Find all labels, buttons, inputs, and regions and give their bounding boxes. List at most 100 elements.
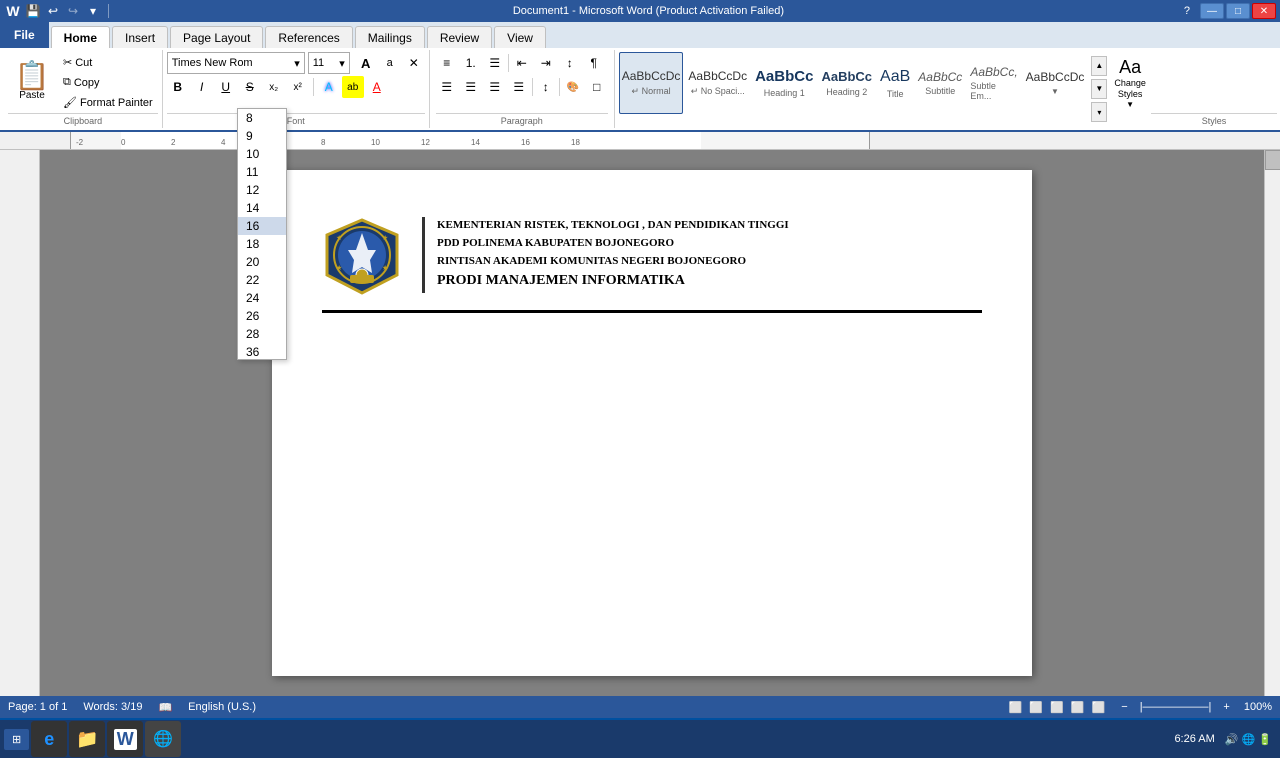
font-size-selector[interactable]: 11 ▾ <box>308 52 350 74</box>
tab-home[interactable]: Home <box>51 26 110 48</box>
subscript-button[interactable]: x₂ <box>263 76 285 98</box>
font-size-option-24[interactable]: 24 <box>238 289 286 307</box>
font-name-selector[interactable]: Times New Rom ▾ <box>167 52 305 74</box>
styles-scroll-down[interactable]: ▼ <box>1091 79 1107 99</box>
styles-scroll-more[interactable]: ▾ <box>1091 102 1107 122</box>
font-size-dropdown[interactable]: 8 9 10 11 12 14 16 18 20 22 24 26 28 36 … <box>237 108 287 360</box>
font-size-option-18[interactable]: 18 <box>238 235 286 253</box>
paragraph-row1: ≡ 1. ☰ ⇤ ⇥ ↕ ¶ <box>436 52 608 74</box>
style-normal[interactable]: AaBbCcDc ↵ Normal <box>619 52 684 114</box>
shading-button[interactable]: 🎨 <box>562 76 584 98</box>
italic-button[interactable]: I <box>191 76 213 98</box>
copy-label: Copy <box>74 77 100 89</box>
grow-font-button[interactable]: A <box>355 52 377 74</box>
line-spacing-button[interactable]: ↕ <box>535 76 557 98</box>
font-size-option-8[interactable]: 8 <box>238 109 286 127</box>
sort-button[interactable]: ↕ <box>559 52 581 74</box>
multilevel-button[interactable]: ☰ <box>484 52 506 74</box>
style-subtitle[interactable]: AaBbCc Subtitle <box>915 52 965 114</box>
tab-view[interactable]: View <box>494 26 546 48</box>
maximize-button[interactable]: □ <box>1226 3 1250 19</box>
page[interactable]: ★ ★ ★ ★ KEMENTERIAN RISTEK, TEKNOLOGI , … <box>272 170 1032 676</box>
styles-scroll-up[interactable]: ▲ <box>1091 56 1107 76</box>
bullets-button[interactable]: ≡ <box>436 52 458 74</box>
tab-references[interactable]: References <box>265 26 352 48</box>
clipboard-label: Clipboard <box>8 113 158 126</box>
align-right-button[interactable]: ☰ <box>484 76 506 98</box>
font-size-option-12[interactable]: 12 <box>238 181 286 199</box>
font-size-option-11[interactable]: 11 <box>238 163 286 181</box>
copy-button[interactable]: ⧉ Copy <box>58 73 158 92</box>
font-color-button[interactable]: A <box>366 76 388 98</box>
close-button[interactable]: ✕ <box>1252 3 1276 19</box>
format-painter-button[interactable]: 🖌 Format Painter <box>58 93 158 112</box>
scrollbar-thumb[interactable] <box>1265 150 1280 170</box>
numbering-button[interactable]: 1. <box>460 52 482 74</box>
align-left-button[interactable]: ☰ <box>436 76 458 98</box>
save-button[interactable]: 💾 <box>24 2 42 20</box>
style-subtle-em[interactable]: AaBbCc, Subtle Em... <box>967 52 1020 114</box>
tab-review[interactable]: Review <box>427 26 492 48</box>
taskbar-notification-area[interactable]: 🔊 🌐 🔋 <box>1221 729 1276 750</box>
taskbar-ie-icon[interactable]: e <box>31 721 67 757</box>
tab-file[interactable]: File <box>0 22 49 48</box>
text-highlight-button[interactable]: ab <box>342 76 364 98</box>
style-title[interactable]: AaB Title <box>877 52 913 114</box>
page-container[interactable]: ★ ★ ★ ★ KEMENTERIAN RISTEK, TEKNOLOGI , … <box>40 150 1264 696</box>
style-heading2[interactable]: AaBbCc Heading 2 <box>818 52 875 114</box>
language-indicator[interactable]: English (U.S.) <box>188 701 256 713</box>
text-effects-button[interactable]: A <box>318 76 340 98</box>
strikethrough-button[interactable]: S <box>239 76 261 98</box>
help-icon[interactable]: ? <box>1184 5 1190 17</box>
font-size-option-28[interactable]: 28 <box>238 325 286 343</box>
undo-button[interactable]: ↩ <box>44 2 62 20</box>
borders-button[interactable]: □ <box>586 76 608 98</box>
print-layout-button[interactable]: ⬜ <box>1009 702 1023 714</box>
font-size-option-22[interactable]: 22 <box>238 271 286 289</box>
redo-button[interactable]: ↪ <box>64 2 82 20</box>
tab-insert[interactable]: Insert <box>112 26 168 48</box>
font-size-option-9[interactable]: 9 <box>238 127 286 145</box>
font-size-option-16[interactable]: 16 <box>238 217 286 235</box>
show-formatting-button[interactable]: ¶ <box>583 52 605 74</box>
svg-text:0: 0 <box>121 138 126 147</box>
style-no-spacing[interactable]: AaBbCcDc ↵ No Spaci... <box>685 52 750 114</box>
right-scrollbar[interactable] <box>1264 150 1280 696</box>
zoom-slider[interactable]: |——————| <box>1140 701 1212 713</box>
taskbar-chrome-icon[interactable]: 🌐 <box>145 721 181 757</box>
change-styles-button[interactable]: Aa Change Styles ▼ <box>1111 52 1149 114</box>
font-size-option-10[interactable]: 10 <box>238 145 286 163</box>
align-center-button[interactable]: ☰ <box>460 76 482 98</box>
cut-button[interactable]: ✂ Cut <box>58 53 158 72</box>
taskbar-folder-icon[interactable]: 📁 <box>69 721 105 757</box>
justify-button[interactable]: ☰ <box>508 76 530 98</box>
clear-formatting-button[interactable]: ✕ <box>403 52 425 74</box>
paste-button[interactable]: 📋 Paste <box>8 52 56 110</box>
style-more[interactable]: AaBbCcDc ▼ <box>1023 52 1088 114</box>
zoom-in-button[interactable]: + <box>1223 701 1229 713</box>
style-heading1[interactable]: AaBbCc Heading 1 <box>752 52 816 114</box>
shrink-font-button[interactable]: a <box>379 52 401 74</box>
font-size-option-14[interactable]: 14 <box>238 199 286 217</box>
web-layout-button[interactable]: ⬜ <box>1050 702 1064 714</box>
superscript-button[interactable]: x² <box>287 76 309 98</box>
font-size-option-36[interactable]: 36 <box>238 343 286 359</box>
increase-indent-button[interactable]: ⇥ <box>535 52 557 74</box>
zoom-level[interactable]: 100% <box>1244 701 1272 713</box>
zoom-out-button[interactable]: − <box>1121 701 1127 713</box>
underline-button[interactable]: U <box>215 76 237 98</box>
font-size-option-20[interactable]: 20 <box>238 253 286 271</box>
draft-view-button[interactable]: ⬜ <box>1092 702 1106 714</box>
taskbar-word-icon[interactable]: W <box>107 721 143 757</box>
decrease-indent-button[interactable]: ⇤ <box>511 52 533 74</box>
tab-mailings[interactable]: Mailings <box>355 26 425 48</box>
tab-page-layout[interactable]: Page Layout <box>170 26 263 48</box>
start-button[interactable]: ⊞ <box>4 729 29 750</box>
outline-view-button[interactable]: ⬜ <box>1071 702 1085 714</box>
font-size-option-26[interactable]: 26 <box>238 307 286 325</box>
customize-quick-access-button[interactable]: ▾ <box>84 2 102 20</box>
style-subtitle-label: Subtitle <box>925 86 955 96</box>
bold-button[interactable]: B <box>167 76 189 98</box>
full-screen-button[interactable]: ⬜ <box>1029 702 1043 714</box>
minimize-button[interactable]: — <box>1200 3 1224 19</box>
